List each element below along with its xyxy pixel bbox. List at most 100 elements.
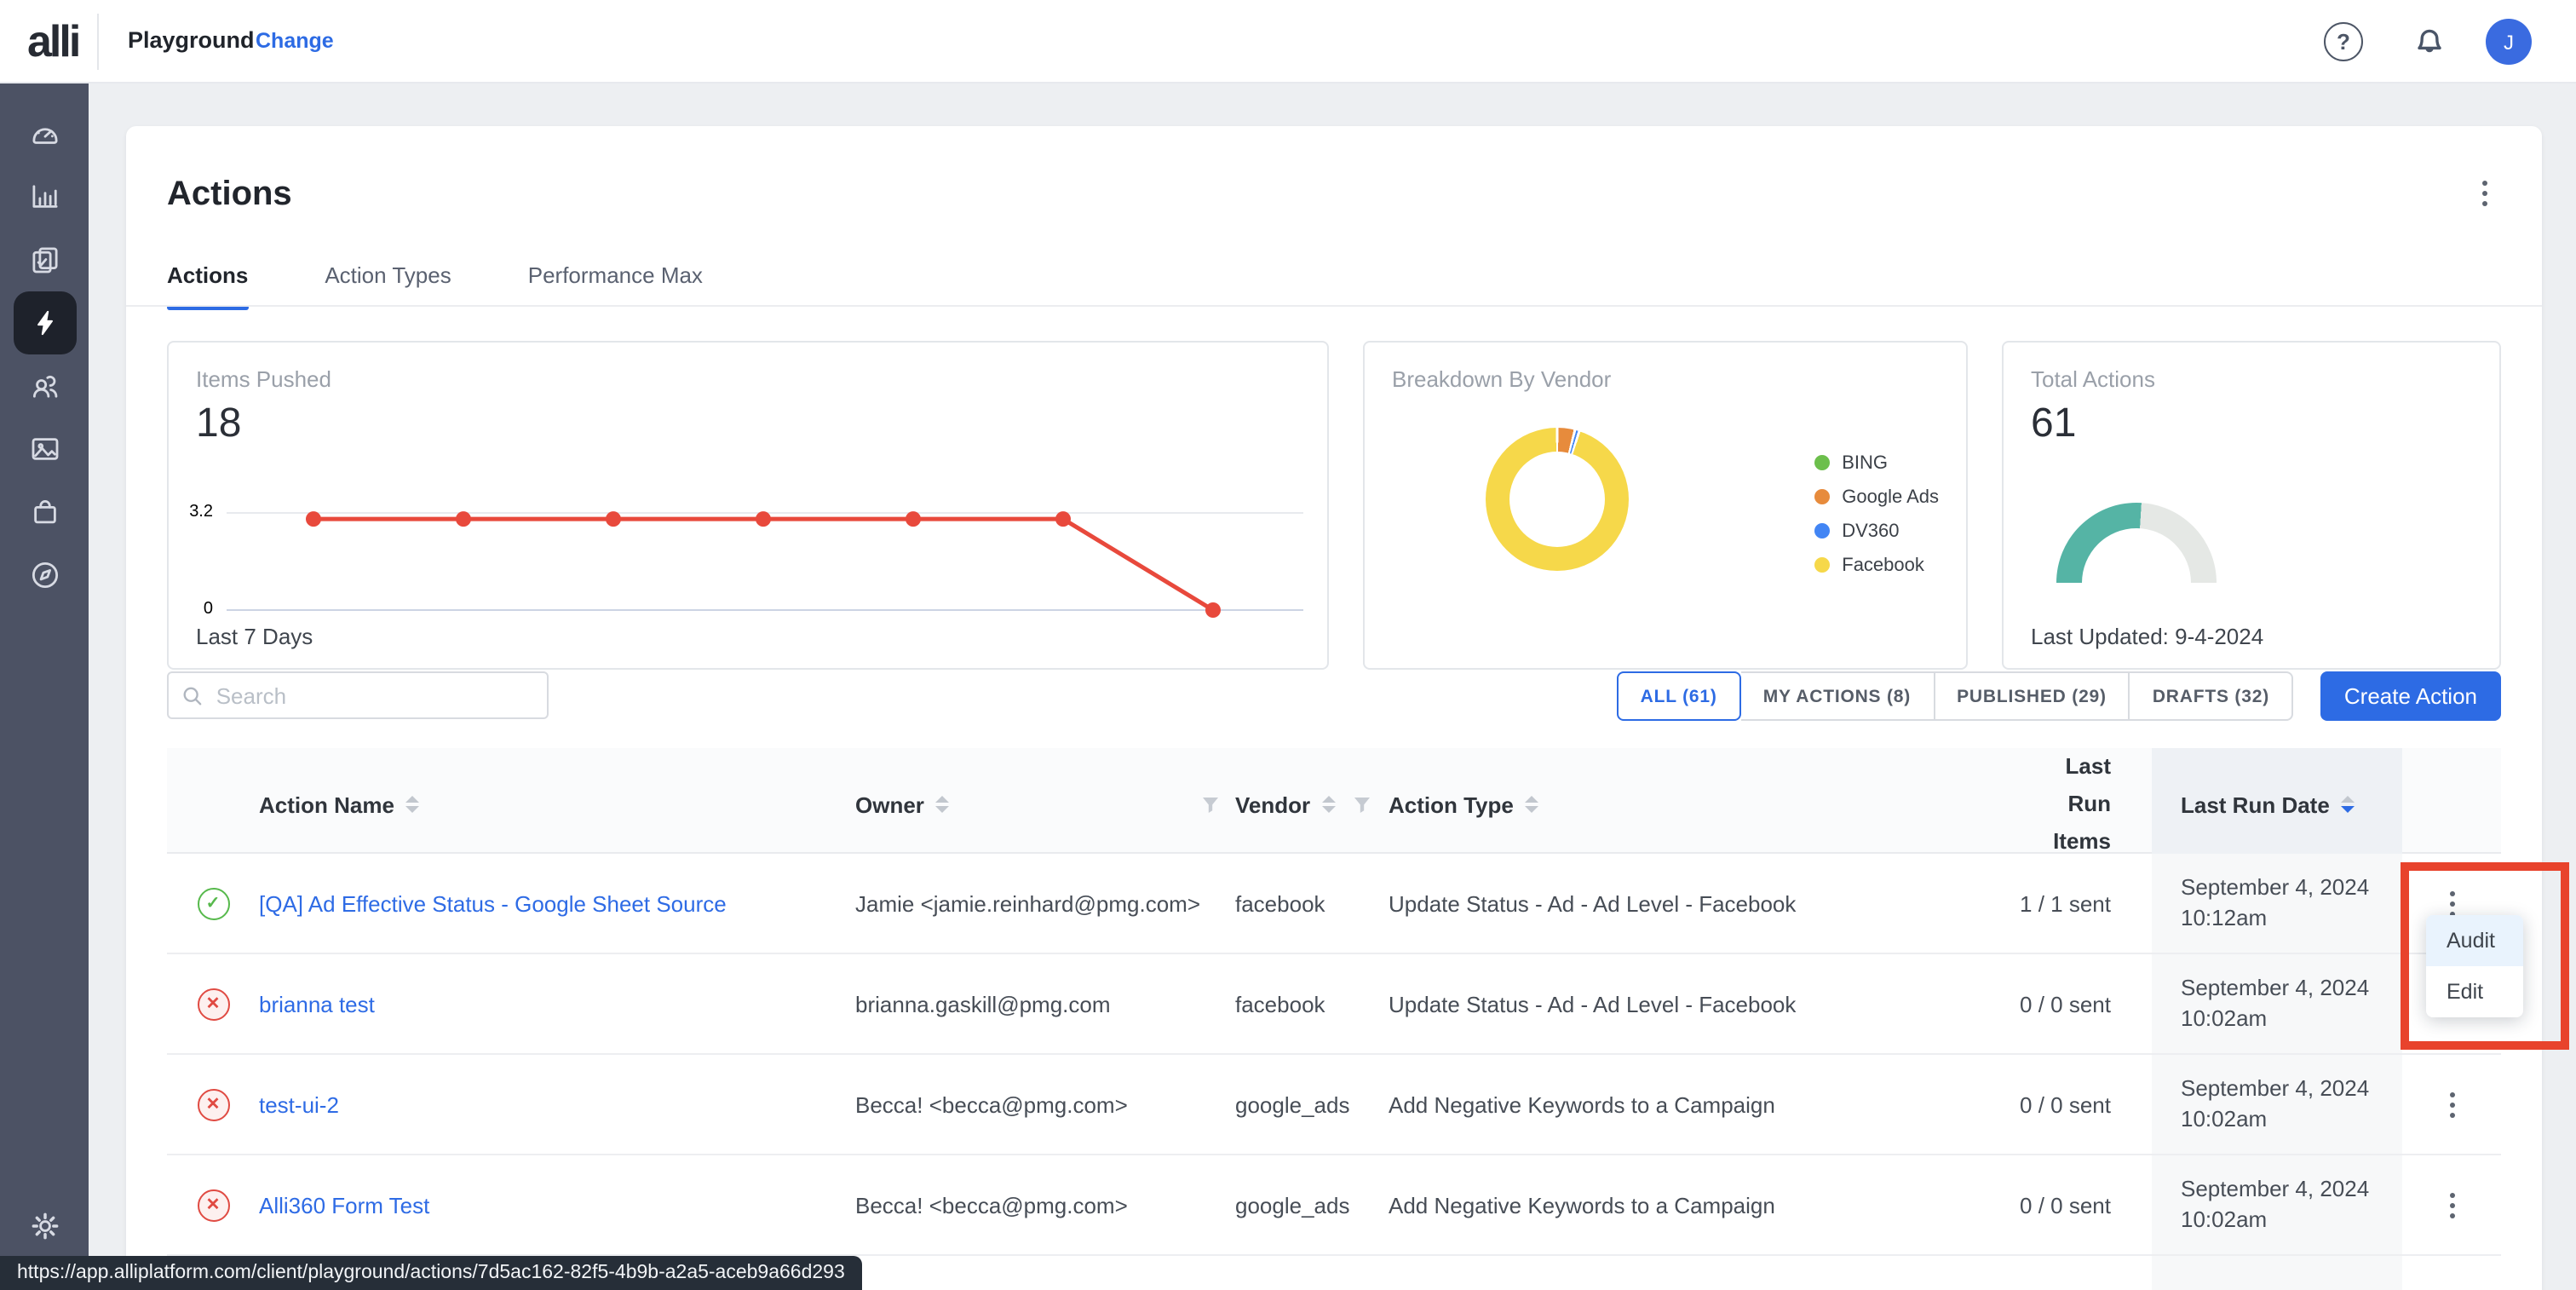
total-actions-gauge (2056, 503, 2217, 583)
stats-row: Items Pushed 18 3.2 0 Last 7 Days Breakd… (167, 341, 2501, 670)
owner-cell: Becca! <becca@pmg.com> (855, 1155, 1235, 1254)
legend-dot (1814, 489, 1830, 504)
app-root: alli Playground Change ? J (0, 0, 2576, 1290)
sort-icon[interactable] (936, 796, 950, 813)
sidebar-item-reports[interactable] (0, 165, 89, 228)
owner-cell (855, 1256, 1235, 1290)
action-type-cell: Update Status - Ad - Ad Level - Facebook (1389, 954, 2019, 1053)
last-run-items-cell (2019, 1256, 2152, 1290)
page-options-kebab-icon[interactable] (2479, 177, 2491, 210)
filter-button[interactable]: PUBLISHED (29) (1935, 671, 2130, 721)
vendor-cell: facebook (1235, 954, 1389, 1053)
sort-icon[interactable] (1526, 796, 1539, 813)
last-run-date-header[interactable]: Last Run Date (2152, 748, 2402, 861)
table-row[interactable]: ✕ brianna test brianna.gaskill@pmg.com f… (167, 954, 2501, 1055)
sidebar-item-creative[interactable] (0, 418, 89, 481)
table-row[interactable]: ✓ [QA] Ad Effective Status - Google Shee… (167, 854, 2501, 954)
tabs-divider (126, 305, 2542, 307)
row-status-cell: ✕ (167, 954, 259, 1053)
sidebar-item-actions[interactable] (0, 291, 89, 354)
owner-cell: Jamie <jamie.reinhard@pmg.com> (855, 854, 1235, 953)
action-name-cell[interactable]: brianna test (259, 954, 855, 1053)
sidebar-item-tasks[interactable] (0, 228, 89, 291)
row-kebab-icon[interactable] (2442, 1185, 2461, 1224)
vendor-legend: BING Google Ads DV360 (1814, 452, 1939, 576)
clipboard-check-icon (13, 228, 76, 291)
sort-icon[interactable] (1322, 796, 1336, 813)
action-name-header[interactable]: Action Name (259, 748, 855, 861)
filter-button[interactable]: ALL (61) (1617, 671, 1741, 721)
vendor-cell: facebook (1235, 854, 1389, 953)
tab[interactable]: Action Types (325, 262, 451, 310)
gear-icon (13, 1195, 76, 1258)
sidebar-item-explore[interactable] (0, 544, 89, 607)
row-actions-cell (2402, 1256, 2501, 1290)
sidebar-item-audiences[interactable] (0, 354, 89, 418)
total-actions-card: Total Actions 61 Last Updated: 9-4-2024 (2002, 341, 2501, 670)
error-x-icon: ✕ (197, 988, 229, 1020)
header-divider (97, 14, 99, 70)
help-icon[interactable]: ? (2324, 22, 2363, 61)
status-url-bar: https://app.alliplatform.com/client/play… (0, 1256, 862, 1290)
status-column-header (167, 748, 259, 861)
search-input[interactable] (213, 681, 533, 710)
image-icon (13, 418, 76, 481)
search-box[interactable] (167, 671, 549, 719)
user-avatar[interactable]: J (2486, 19, 2532, 65)
error-x-icon: ✕ (197, 1088, 229, 1120)
row-status-cell: ✕ (167, 1055, 259, 1154)
legend-label: DV360 (1842, 521, 1899, 541)
sort-icon-active-desc[interactable] (2342, 796, 2355, 813)
table-toolbar: ALL (61) MY ACTIONS (8) PUBLISHED (29) D… (167, 671, 2501, 723)
table-body: ✓ [QA] Ad Effective Status - Google Shee… (167, 854, 2501, 1290)
action-name-cell[interactable]: test-ui-2 (259, 1055, 855, 1154)
sort-icon[interactable] (406, 796, 420, 813)
last-run-date-cell: September 4, 202410:12am (2152, 854, 2402, 953)
filter-button[interactable]: DRAFTS (32) (2130, 671, 2293, 721)
notifications-bell-icon[interactable] (2409, 20, 2450, 70)
legend-dot (1814, 557, 1830, 573)
alli-logo[interactable]: alli (27, 15, 78, 68)
items-pushed-label: Items Pushed (196, 366, 331, 392)
last-run-items-header: Last Run Items (2019, 748, 2152, 861)
action-name-cell[interactable]: [QA] Ad Effective Status - Google Sheet … (259, 854, 855, 953)
action-type-cell: Add Negative Keywords to a Campaign (1389, 1055, 2019, 1154)
action-type-header[interactable]: Action Type (1389, 748, 2019, 861)
context-menu-item[interactable]: Audit (2426, 915, 2523, 966)
vendor-header[interactable]: Vendor (1235, 748, 1389, 861)
row-actions-cell (2402, 1055, 2501, 1154)
owner-cell: brianna.gaskill@pmg.com (855, 954, 1235, 1053)
legend-dot (1814, 523, 1830, 538)
breakdown-label: Breakdown By Vendor (1392, 366, 1611, 392)
legend-label: Facebook (1842, 555, 1924, 575)
success-check-icon: ✓ (197, 887, 229, 919)
change-client-link[interactable]: Change (256, 29, 334, 53)
tab[interactable]: Actions (167, 262, 248, 310)
table-row[interactable]: ✕ Alli360 Form Test Becca! <becca@pmg.co… (167, 1155, 2501, 1256)
sidebar-item-settings[interactable] (0, 1195, 89, 1258)
owner-filter-funnel-icon[interactable] (1202, 795, 1221, 814)
table-row[interactable]: ✕ test-ui-2 Becca! <becca@pmg.com> googl… (167, 1055, 2501, 1155)
error-x-icon: ✕ (197, 1189, 229, 1221)
context-menu-item[interactable]: Edit (2426, 966, 2523, 1017)
last-run-date-cell: September 4, 202410:02am (2152, 1055, 2402, 1154)
owner-header[interactable]: Owner (855, 748, 1235, 861)
action-type-cell (1389, 1256, 2019, 1290)
legend-item: DV360 (1814, 520, 1939, 542)
legend-label: BING (1842, 452, 1888, 473)
row-kebab-icon[interactable] (2442, 1286, 2461, 1290)
row-kebab-icon[interactable] (2442, 1085, 2461, 1124)
sidebar-item-shopping[interactable] (0, 481, 89, 544)
last-run-items-cell: 0 / 0 sent (2019, 954, 2152, 1053)
action-type-cell: Update Status - Ad - Ad Level - Facebook (1389, 854, 2019, 953)
users-icon (13, 354, 76, 418)
create-action-button[interactable]: Create Action (2320, 671, 2501, 721)
actions-page-card: Actions Actions Action Types Performance… (126, 126, 2542, 1290)
tab[interactable]: Performance Max (528, 262, 703, 310)
filter-button[interactable]: MY ACTIONS (8) (1741, 671, 1935, 721)
vendor-filter-funnel-icon[interactable] (1353, 795, 1371, 814)
action-type-cell: Add Negative Keywords to a Campaign (1389, 1155, 2019, 1254)
action-name-cell[interactable]: Alli360 Form Test (259, 1155, 855, 1254)
sidebar-item-dashboard[interactable] (0, 102, 89, 165)
legend-item: BING (1814, 452, 1939, 474)
